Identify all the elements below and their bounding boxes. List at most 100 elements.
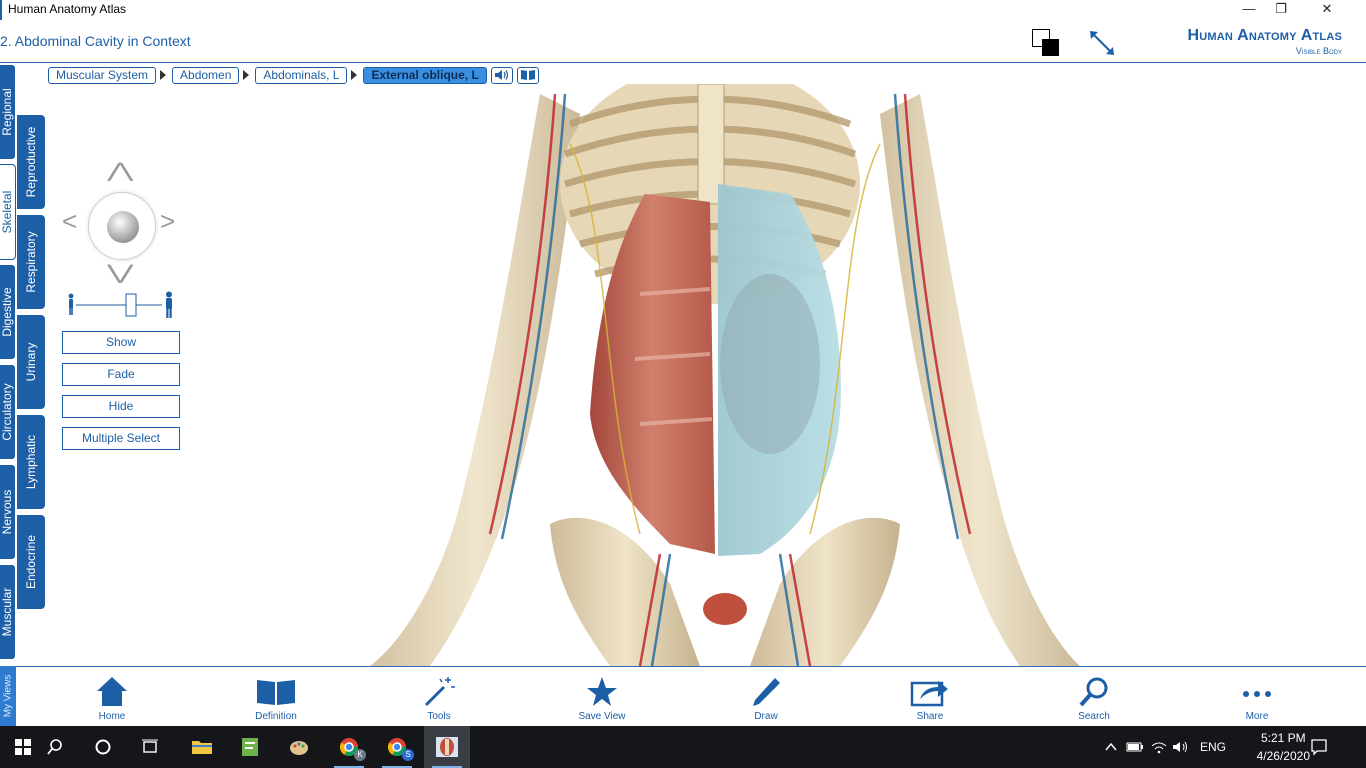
search-icon [47, 739, 62, 755]
tab-muscular[interactable]: Muscular [0, 564, 16, 660]
notification-icon [1311, 739, 1327, 756]
tab-circulatory[interactable]: Circulatory [0, 364, 16, 460]
book-icon [257, 680, 295, 705]
breadcrumb: Muscular System Abdomen Abdominals, L Ex… [48, 66, 539, 84]
multiple-select-button[interactable]: Multiple Select [62, 427, 180, 450]
small-figure-icon [68, 293, 74, 315]
tab-respiratory[interactable]: Respiratory [16, 214, 46, 310]
zoom-slider-graphic [68, 291, 172, 318]
my-views-tab[interactable]: My Views [0, 666, 16, 726]
save-view-label: Save View [578, 711, 626, 722]
scene-title: 2. Abdominal Cavity in Context [0, 33, 191, 49]
show-button[interactable]: Show [62, 331, 180, 354]
home-button[interactable]: Home [67, 675, 157, 722]
breadcrumb-separator-icon [160, 70, 167, 80]
chrome-profile-badge: K [354, 749, 366, 761]
task-view-button[interactable] [127, 726, 173, 768]
hide-button[interactable]: Hide [62, 395, 180, 418]
tab-label: Regional [0, 88, 14, 136]
more-button[interactable]: More [1212, 675, 1302, 722]
brand-subtitle: Visible Body [1295, 46, 1342, 56]
breadcrumb-separator-icon [351, 70, 358, 80]
tab-reproductive[interactable]: Reproductive [16, 114, 46, 210]
action-center-button[interactable] [1296, 726, 1342, 768]
draw-label: Draw [754, 711, 778, 722]
file-explorer-button[interactable] [179, 726, 225, 768]
magic-wand-icon [424, 677, 455, 707]
app-paint-button[interactable] [276, 726, 322, 768]
tab-label: Lymphatic [24, 434, 38, 490]
battery-icon[interactable] [1126, 740, 1144, 754]
maximize-button[interactable]: ❐ [1258, 0, 1304, 20]
joystick-knob-icon[interactable] [107, 211, 139, 243]
chrome-profile-2-button[interactable]: S [374, 726, 420, 768]
search-button[interactable]: Search [1049, 675, 1139, 722]
wifi-icon[interactable] [1150, 740, 1168, 754]
breadcrumb-separator-icon [243, 70, 250, 80]
search-icon [1079, 677, 1108, 707]
rotate-joystick[interactable] [88, 192, 156, 260]
tab-regional[interactable]: Regional [0, 64, 16, 160]
notebook-icon [242, 738, 258, 756]
app-header: 2. Abdominal Cavity in Context Human Ana… [0, 20, 1366, 63]
tab-label: Circulatory [0, 383, 14, 441]
app-notebook-button[interactable] [227, 726, 273, 768]
breadcrumb-item-muscular-system[interactable]: Muscular System [48, 66, 157, 84]
cortana-button[interactable] [80, 726, 126, 768]
tab-label: Reproductive [24, 126, 38, 198]
zoom-slider-thumb[interactable] [125, 293, 137, 317]
audio-pronunciation-button[interactable] [490, 66, 513, 84]
more-label: More [1245, 711, 1269, 722]
brand-name: Human Anatomy Atlas [1187, 27, 1342, 44]
tab-label: Endocrine [24, 534, 38, 590]
definition-button[interactable]: Definition [231, 675, 321, 722]
zoom-slider[interactable] [62, 290, 180, 320]
tab-label: Skeletal [0, 190, 14, 234]
anatomy-atlas-taskbar-button[interactable] [424, 726, 470, 768]
cortana-circle-icon [95, 739, 111, 755]
breadcrumb-item-external-oblique[interactable]: External oblique, L [363, 66, 487, 84]
tab-nervous[interactable]: Nervous [0, 464, 16, 560]
chrome-profile-1-button[interactable]: K [326, 726, 372, 768]
rotate-right-arrow-icon[interactable]: > [160, 206, 175, 237]
tools-button[interactable]: Tools [394, 675, 484, 722]
share-button[interactable]: Share [885, 675, 975, 722]
speaker-icon [494, 70, 508, 80]
context-toggle-icon[interactable] [1030, 28, 1060, 58]
rotate-up-arrow-icon[interactable]: ⋀ [107, 158, 133, 183]
tab-label: Urinary [24, 342, 38, 382]
fade-button[interactable]: Fade [62, 363, 180, 386]
volume-icon[interactable] [1172, 740, 1190, 754]
rotate-down-arrow-icon[interactable]: ⋁ [107, 260, 133, 285]
definition-book-button[interactable] [516, 66, 539, 84]
windows-logo-icon [15, 739, 31, 755]
window-title: Human Anatomy Atlas [8, 2, 127, 16]
tab-lymphatic[interactable]: Lymphatic [16, 414, 46, 510]
draw-button[interactable]: Draw [721, 675, 811, 722]
system-tabs: Regional Skeletal Digestive Circulatory … [0, 64, 48, 666]
close-button[interactable]: ✕ [1304, 0, 1350, 20]
tab-endocrine[interactable]: Endocrine [16, 514, 46, 610]
chevron-up-icon[interactable] [1104, 740, 1118, 754]
breadcrumb-item-abdominals[interactable]: Abdominals, L [255, 66, 348, 84]
taskbar-search-button[interactable] [32, 726, 78, 768]
tab-skeletal[interactable]: Skeletal [0, 164, 16, 260]
tab-urinary[interactable]: Urinary [16, 314, 46, 410]
tab-label: Nervous [0, 489, 14, 535]
tab-label: Digestive [0, 287, 14, 337]
windows-taskbar: K S ENG 5:21 PM 4/26/2020 [0, 726, 1366, 768]
language-indicator[interactable]: ENG [1200, 740, 1226, 754]
rotate-left-arrow-icon[interactable]: < [62, 206, 77, 237]
book-icon [520, 70, 535, 80]
pencil-icon [753, 678, 780, 706]
folder-icon [192, 741, 212, 754]
save-view-button[interactable]: Save View [557, 675, 647, 722]
home-label: Home [98, 711, 126, 722]
breadcrumb-item-abdomen[interactable]: Abdomen [172, 66, 240, 84]
chrome-profile-badge: S [402, 749, 414, 761]
anatomy-3d-viewport[interactable] [340, 84, 1120, 666]
tab-digestive[interactable]: Digestive [0, 264, 16, 360]
expand-icon[interactable] [1087, 28, 1117, 58]
task-view-icon [142, 739, 158, 753]
brand-logo: Human Anatomy Atlas Visible Body [1187, 27, 1342, 56]
